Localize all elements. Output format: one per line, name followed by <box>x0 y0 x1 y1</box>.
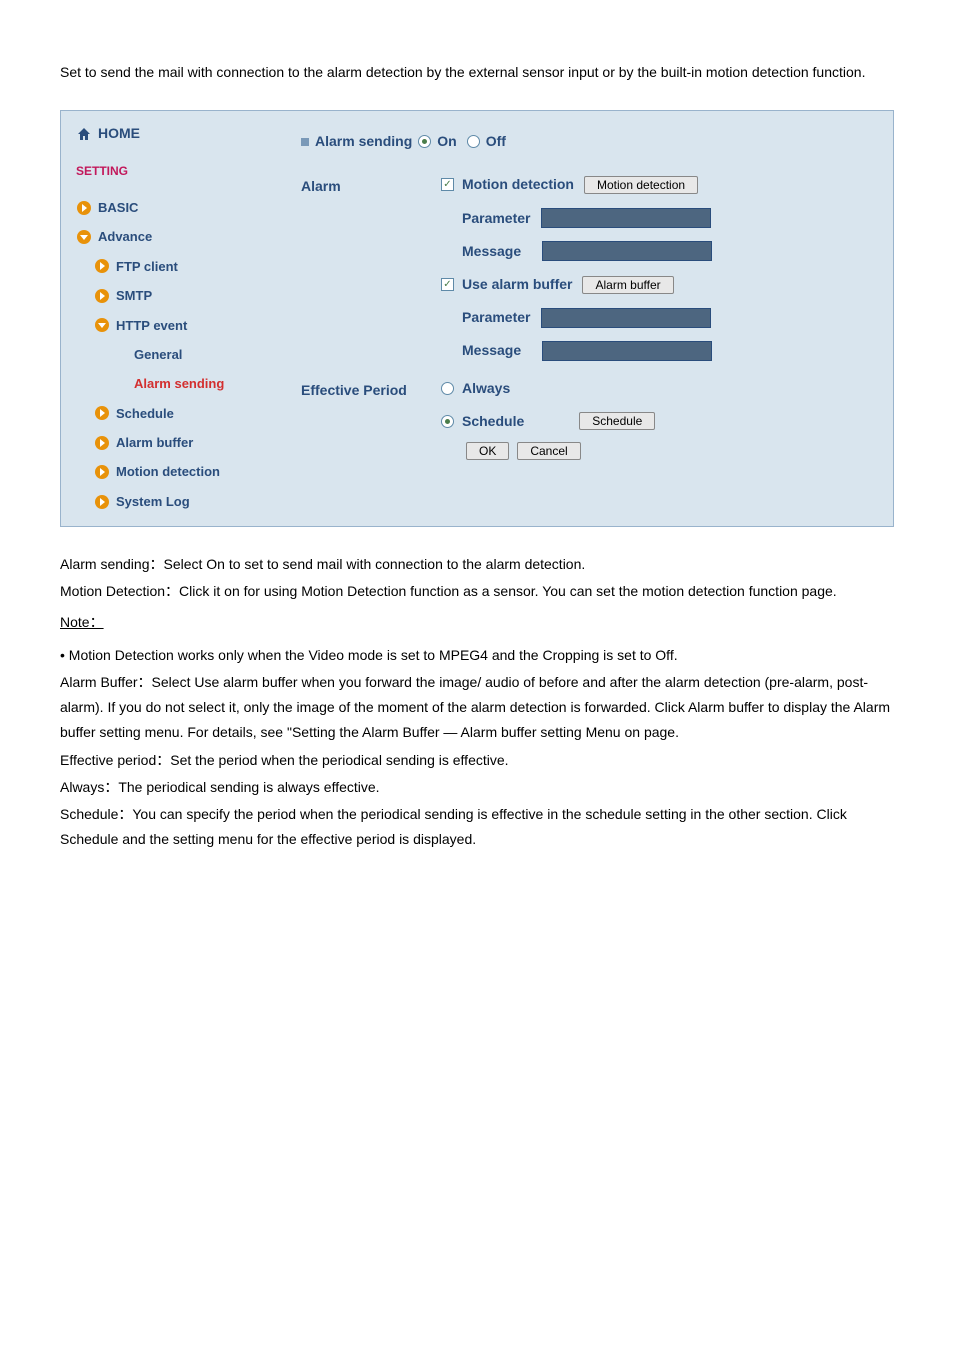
bullet-icon <box>301 138 309 146</box>
schedule-button[interactable]: Schedule <box>579 412 655 430</box>
nav-item-alarm-buffer[interactable]: Alarm buffer <box>76 428 266 457</box>
nav-item-general[interactable]: General <box>76 340 266 369</box>
content-header: Alarm sending On Off <box>301 129 873 154</box>
radio-schedule[interactable] <box>441 415 454 428</box>
use-alarm-buffer-text: Use alarm buffer <box>462 272 572 297</box>
nav-item-alarm-sending[interactable]: Alarm sending <box>76 369 266 398</box>
off-label: Off <box>486 129 506 154</box>
radio-off[interactable] <box>467 135 480 148</box>
nav-label: SMTP <box>116 284 152 307</box>
radio-on[interactable] <box>418 135 431 148</box>
message-input-2[interactable] <box>542 341 712 361</box>
nav-label: System Log <box>116 490 190 513</box>
parameter-input-2[interactable] <box>541 308 711 328</box>
motion-detection-button[interactable]: Motion detection <box>584 176 698 194</box>
desc-alarm-sending: Alarm sending：Select On to set to send m… <box>60 552 894 577</box>
header-label: Alarm sending <box>315 129 412 154</box>
desc-motion-detection: Motion Detection：Click it on for using M… <box>60 579 894 604</box>
parameter-label-1: Parameter <box>462 206 531 231</box>
setting-label: SETTING <box>76 161 266 183</box>
nav-label: Motion detection <box>116 460 220 483</box>
home-icon <box>76 126 92 142</box>
parameter-label-2: Parameter <box>462 305 531 330</box>
nav-label: BASIC <box>98 196 138 219</box>
on-label: On <box>437 129 456 154</box>
schedule-text: Schedule <box>462 409 524 434</box>
alarm-buffer-button[interactable]: Alarm buffer <box>582 276 673 294</box>
nav-label: Advance <box>98 225 152 248</box>
desc-effective-period: Effective period：Set the period when the… <box>60 748 894 773</box>
nav-item-advance[interactable]: Advance <box>76 222 266 251</box>
message-label-1: Message <box>462 239 521 264</box>
nav-label: Schedule <box>116 402 174 425</box>
home-label: HOME <box>98 121 140 146</box>
nav-item-http-event[interactable]: HTTP event <box>76 311 266 340</box>
intro-text: Set to send the mail with connection to … <box>60 60 894 85</box>
nav-item-ftp-client[interactable]: FTP client <box>76 252 266 281</box>
nav-item-basic[interactable]: BASIC <box>76 193 266 222</box>
cancel-button[interactable]: Cancel <box>517 442 580 460</box>
note-label: Note： <box>60 610 894 635</box>
effective-period-label: Effective Period <box>301 376 441 460</box>
desc-note-1: • Motion Detection works only when the V… <box>60 643 894 668</box>
home-link[interactable]: HOME <box>76 121 266 146</box>
motion-detection-text: Motion detection <box>462 172 574 197</box>
content-area: Alarm sending On Off Alarm ✓ Motion dete… <box>281 111 893 526</box>
nav-item-schedule[interactable]: Schedule <box>76 399 266 428</box>
parameter-input-1[interactable] <box>541 208 711 228</box>
desc-alarm-buffer: Alarm Buffer：Select Use alarm buffer whe… <box>60 670 894 746</box>
sidebar: HOME SETTING BASIC Advance FTP client SMTP H… <box>61 111 281 526</box>
nav-label: FTP client <box>116 255 178 278</box>
always-text: Always <box>462 376 510 401</box>
nav-label: Alarm buffer <box>116 431 193 454</box>
nav-label: General <box>134 343 182 366</box>
alarm-label: Alarm <box>301 172 441 371</box>
nav-label: HTTP event <box>116 314 187 337</box>
nav-label: Alarm sending <box>134 372 224 395</box>
message-input-1[interactable] <box>542 241 712 261</box>
nav-item-motion-detection[interactable]: Motion detection <box>76 457 266 486</box>
nav-item-system-log[interactable]: System Log <box>76 487 266 516</box>
desc-schedule: Schedule：You can specify the period when… <box>60 802 894 852</box>
nav-item-smtp[interactable]: SMTP <box>76 281 266 310</box>
message-label-2: Message <box>462 338 521 363</box>
checkbox-motion-detection[interactable]: ✓ <box>441 178 454 191</box>
desc-always: Always：The periodical sending is always … <box>60 775 894 800</box>
app-panel: HOME SETTING BASIC Advance FTP client SMTP H… <box>60 110 894 527</box>
ok-button[interactable]: OK <box>466 442 509 460</box>
radio-always[interactable] <box>441 382 454 395</box>
checkbox-alarm-buffer[interactable]: ✓ <box>441 278 454 291</box>
